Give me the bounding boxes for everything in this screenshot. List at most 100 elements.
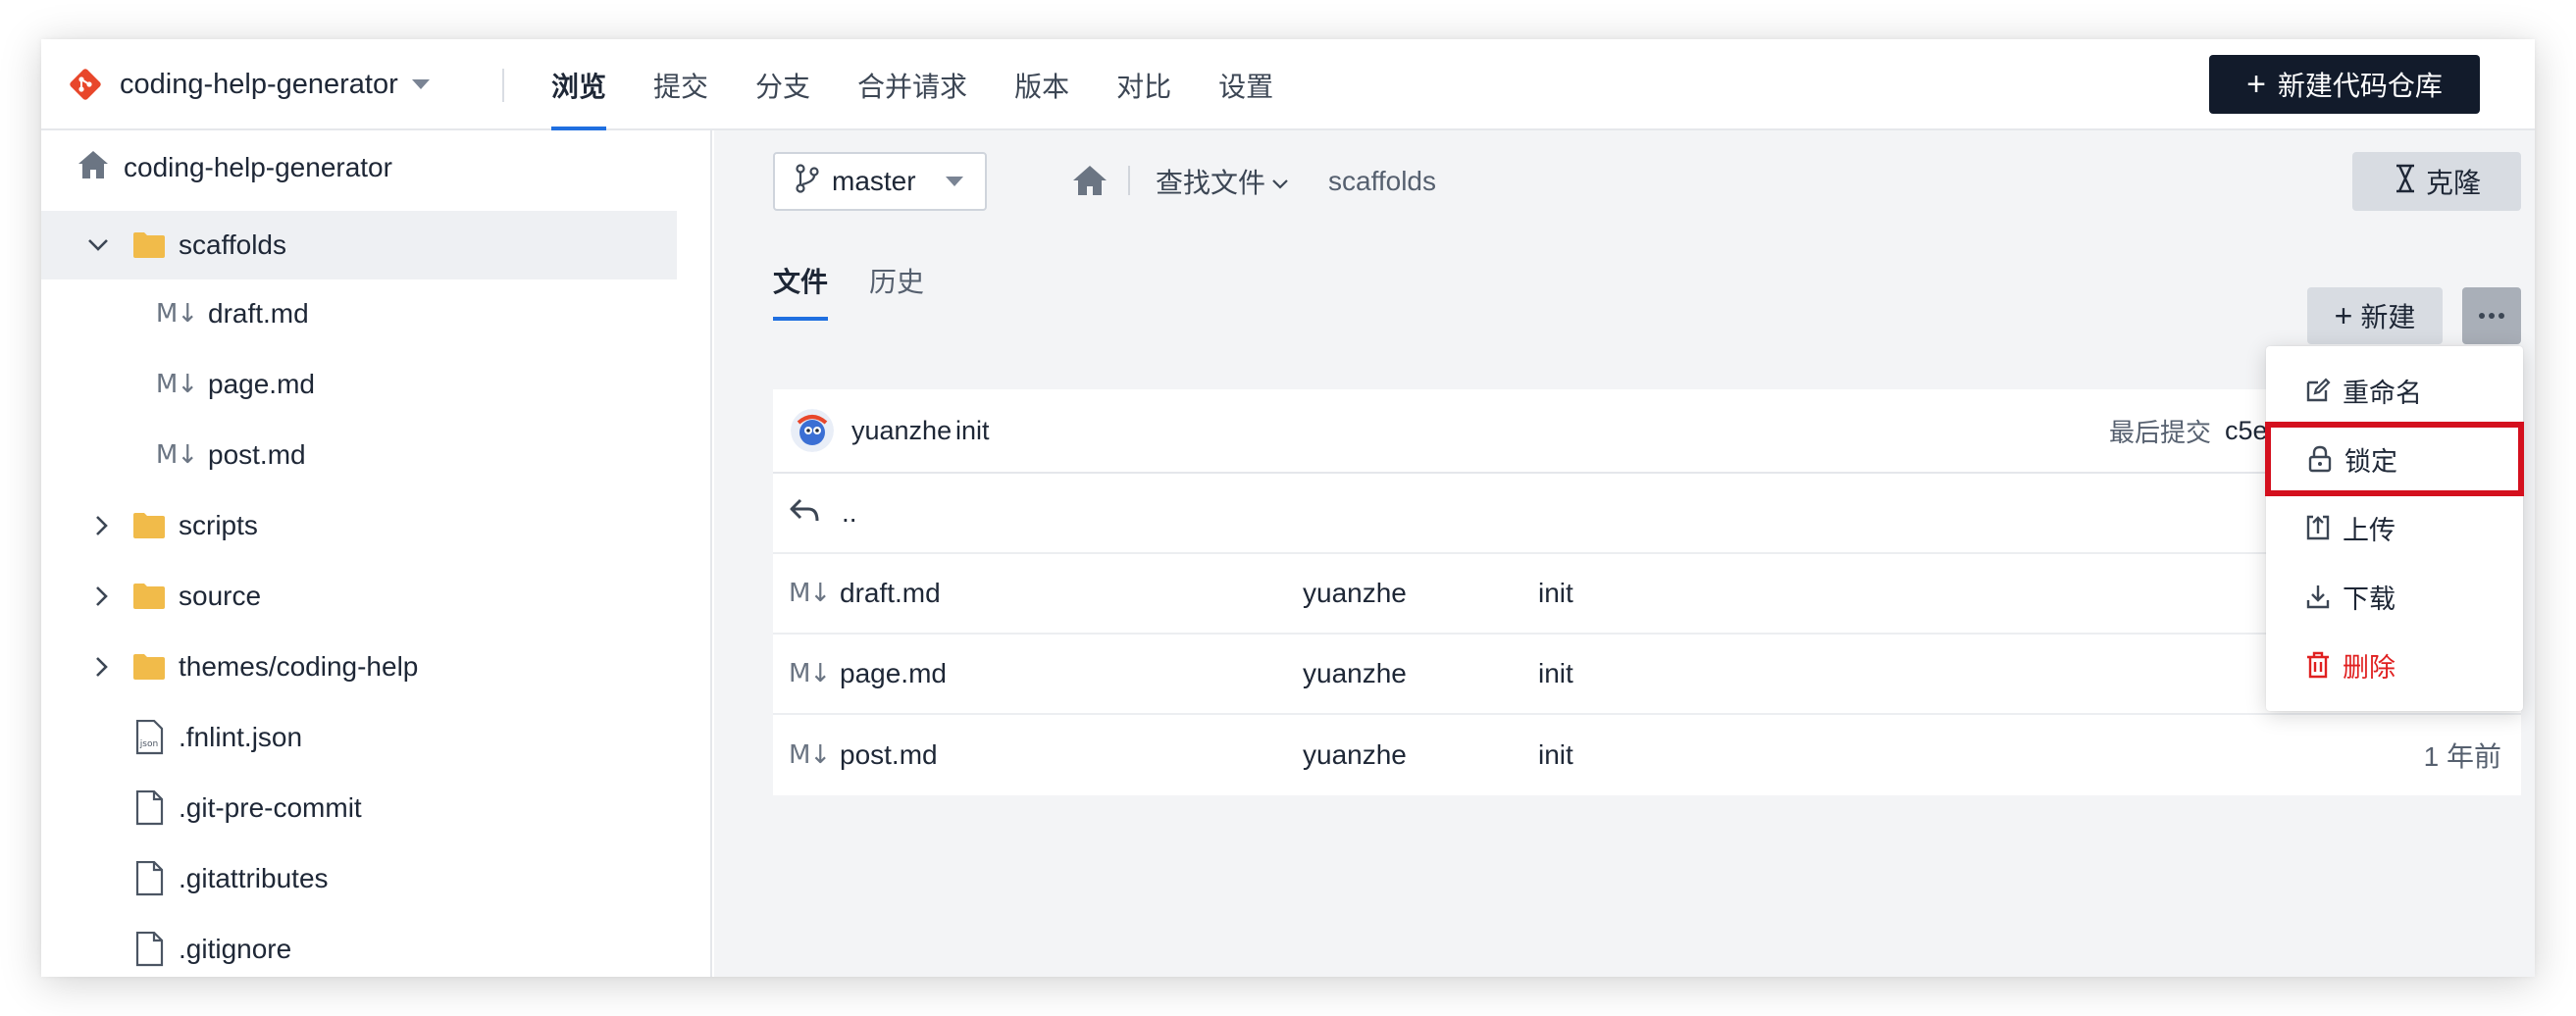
tree-file-post[interactable]: M↓ post.md <box>41 421 677 489</box>
nav-browse[interactable]: 浏览 <box>551 39 607 130</box>
last-commit-label: 最后提交 <box>2109 417 2212 447</box>
menu-item-label: 锁定 <box>2344 446 2397 477</box>
tab-history[interactable]: 历史 <box>869 240 924 321</box>
tree-label: .git-pre-commit <box>179 792 362 823</box>
nav-commits[interactable]: 提交 <box>653 39 708 130</box>
commit-author[interactable]: yuanzhe <box>851 416 952 446</box>
tree-file-git-pre-commit[interactable]: .git-pre-commit <box>41 774 677 842</box>
menu-item-label: 上传 <box>2343 515 2396 545</box>
branch-select[interactable]: master <box>773 152 987 211</box>
top-bar: coding-help-generator 浏览 提交 分支 合并请求 版本 对… <box>41 39 2535 130</box>
lock-icon <box>2308 445 2332 473</box>
tree-label: scaffolds <box>179 229 286 260</box>
more-actions-button[interactable] <box>2462 287 2521 344</box>
file-name[interactable]: page.md <box>840 658 947 689</box>
menu-item-label: 删除 <box>2343 652 2396 683</box>
chevron-down-icon <box>86 233 110 257</box>
avatar <box>791 409 834 452</box>
menu-item-lock[interactable]: 锁定 <box>2265 422 2524 496</box>
create-label: 新建 <box>2360 302 2416 332</box>
menu-item-rename[interactable]: 重命名 <box>2266 356 2523 425</box>
tree-folder-scaffolds[interactable]: scaffolds <box>41 211 677 279</box>
divider <box>502 69 504 102</box>
repo-name: coding-help-generator <box>120 68 398 100</box>
markdown-icon: M↓ <box>155 440 198 470</box>
parent-directory-label: .. <box>842 497 857 528</box>
chevron-right-icon <box>90 514 114 537</box>
file-author: yuanzhe <box>1303 739 1407 770</box>
markdown-icon: M↓ <box>789 659 831 688</box>
parent-directory-row[interactable]: .. <box>773 474 2521 554</box>
commit-message: init <box>955 415 990 445</box>
menu-item-upload[interactable]: 上传 <box>2266 493 2523 562</box>
nav-compare[interactable]: 对比 <box>1116 39 1171 130</box>
tree-file-gitignore[interactable]: .gitignore <box>41 915 677 977</box>
main-content: master 查找文件 scaffolds 克隆 文件 历史 + 新建 yuan… <box>714 130 2535 977</box>
folder-icon <box>131 508 167 543</box>
markdown-icon: M↓ <box>155 370 198 399</box>
new-repo-button[interactable]: + 新建代码仓库 <box>2209 55 2480 114</box>
app-window: coding-help-generator 浏览 提交 分支 合并请求 版本 对… <box>41 39 2535 977</box>
chevron-down-icon <box>1271 166 1289 197</box>
home-icon <box>77 149 110 187</box>
nav-releases[interactable]: 版本 <box>1014 39 1069 130</box>
home-icon[interactable] <box>1071 164 1108 199</box>
table-row[interactable]: M↓ post.md yuanzhe init 1 年前 <box>773 715 2521 795</box>
download-icon <box>2306 585 2330 609</box>
file-time: 1 年前 <box>2423 741 2501 772</box>
markdown-icon: M↓ <box>789 579 831 608</box>
chevron-right-icon <box>90 655 114 679</box>
tree-label: .gitignore <box>179 934 292 964</box>
folder-icon <box>131 579 167 614</box>
more-actions-menu: 重命名 锁定 上传 下载 删除 <box>2265 346 2524 711</box>
breadcrumb-current: scaffolds <box>1328 166 1436 196</box>
folder-icon <box>131 649 167 685</box>
file-author: yuanzhe <box>1303 658 1407 688</box>
file-name[interactable]: draft.md <box>840 578 941 609</box>
nav-branches[interactable]: 分支 <box>755 39 810 130</box>
tree-folder-scripts[interactable]: scripts <box>41 491 677 560</box>
tree-label: .fnlint.json <box>179 722 303 752</box>
nav-settings[interactable]: 设置 <box>1218 39 1273 130</box>
tree-label: source <box>179 581 262 611</box>
tree-folder-themes[interactable]: themes/coding-help <box>41 633 677 701</box>
nav-merge-requests[interactable]: 合并请求 <box>857 39 967 130</box>
plus-icon: + <box>2334 298 2353 333</box>
find-file-dropdown[interactable]: 查找文件 <box>1156 158 1289 205</box>
tree-root[interactable]: coding-help-generator <box>77 142 392 193</box>
tree-label: post.md <box>208 439 306 470</box>
branch-name: master <box>832 166 916 196</box>
create-button[interactable]: + 新建 <box>2307 287 2443 344</box>
git-logo-icon <box>67 66 104 103</box>
menu-item-delete[interactable]: 删除 <box>2266 631 2523 699</box>
view-tabs: 文件 历史 <box>773 240 965 321</box>
tree-label: scripts <box>179 510 258 540</box>
latest-commit-row: yuanzhe init 最后提交 c5e1 <box>773 389 2521 474</box>
caret-down-icon <box>946 177 963 186</box>
file-commit-message: init <box>1538 658 1573 688</box>
find-file-label: 查找文件 <box>1156 168 1266 198</box>
file-table: yuanzhe init 最后提交 c5e1 .. M↓ draft.md yu… <box>773 389 2521 795</box>
table-row[interactable]: M↓ page.md yuanzhe init <box>773 635 2521 715</box>
menu-item-label: 重命名 <box>2343 378 2422 408</box>
tree-folder-source[interactable]: source <box>41 562 677 631</box>
file-name[interactable]: post.md <box>840 739 938 771</box>
tree-label: themes/coding-help <box>179 651 419 682</box>
menu-item-download[interactable]: 下载 <box>2266 562 2523 631</box>
tree-file-page[interactable]: M↓ page.md <box>41 350 677 419</box>
file-tree-sidebar: coding-help-generator scaffolds M↓ draft… <box>41 130 712 977</box>
main-nav: 浏览 提交 分支 合并请求 版本 对比 设置 <box>551 39 1320 130</box>
clone-button[interactable]: 克隆 <box>2352 152 2521 211</box>
tab-files[interactable]: 文件 <box>773 240 829 321</box>
git-branch-icon <box>795 163 820 200</box>
tree-file-gitattributes[interactable]: .gitattributes <box>41 844 677 913</box>
tree-file-fnlint[interactable]: json .fnlint.json <box>41 703 677 772</box>
chevron-right-icon <box>90 584 114 608</box>
repo-switcher[interactable]: coding-help-generator <box>67 63 430 106</box>
table-row[interactable]: M↓ draft.md yuanzhe init <box>773 554 2521 635</box>
tree-file-draft[interactable]: M↓ draft.md <box>41 279 677 348</box>
file-icon <box>131 932 167 967</box>
plus-icon: + <box>2246 66 2266 103</box>
json-file-icon: json <box>131 720 167 755</box>
edit-icon <box>2306 378 2331 402</box>
